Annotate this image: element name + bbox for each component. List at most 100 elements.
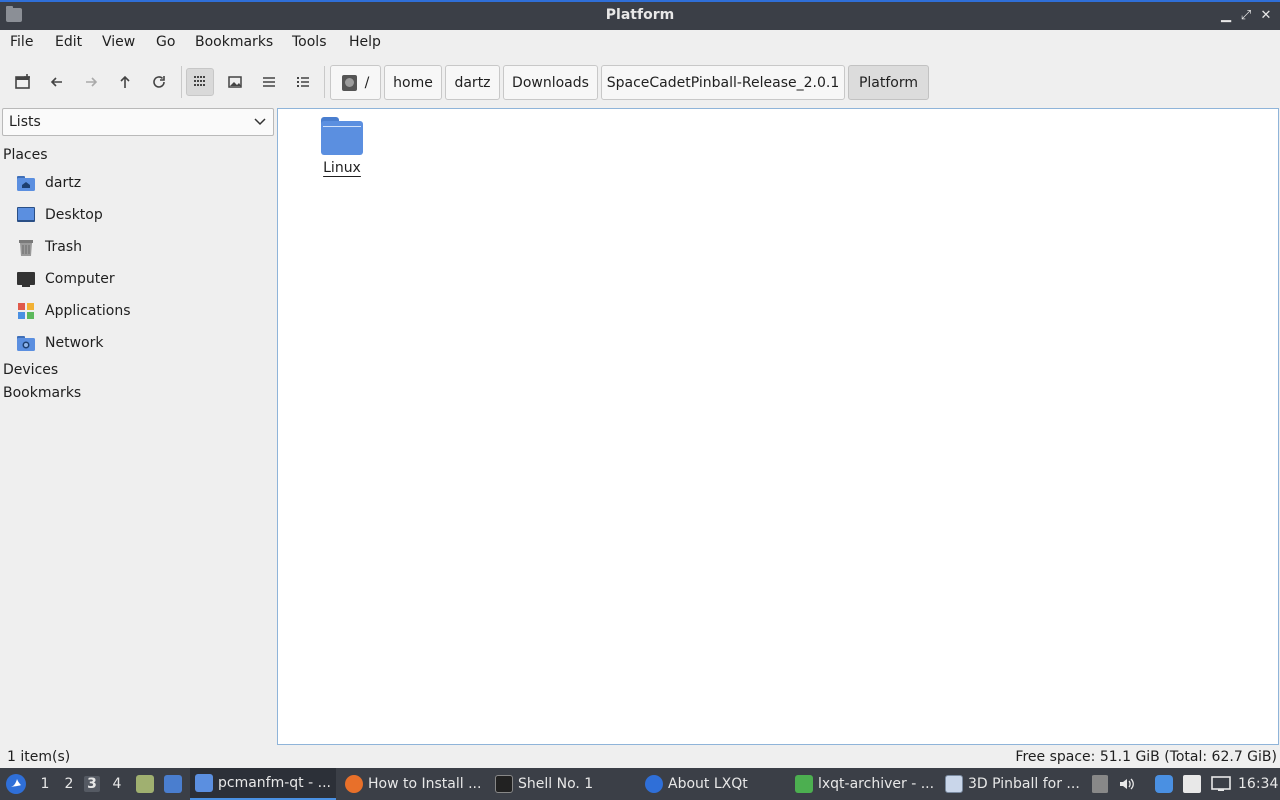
tray-updates[interactable]: [1092, 768, 1108, 800]
tray-notification[interactable]: [1154, 768, 1174, 800]
side-pane-mode-select[interactable]: Lists: [2, 108, 274, 136]
task-label: How to Install ...: [368, 776, 482, 792]
breadcrumb-downloads[interactable]: Downloads: [503, 65, 598, 100]
task-label: 3D Pinball for ...: [968, 776, 1080, 792]
arrow-right-icon: [86, 77, 98, 87]
task-terminal[interactable]: Shell No. 1: [490, 768, 636, 800]
sidebar: Lists Places dartz Desktop Trash Compute…: [0, 108, 275, 748]
devices-header[interactable]: Devices: [3, 362, 58, 378]
status-bar: 1 item(s) Free space: 51.1 GiB (Total: 6…: [0, 748, 1280, 768]
breadcrumb-home[interactable]: home: [384, 65, 442, 100]
back-button[interactable]: [43, 68, 71, 96]
clock[interactable]: 16:34: [1238, 768, 1278, 800]
task-3d-pinball[interactable]: 3D Pinball for ...: [940, 768, 1086, 800]
close-button[interactable]: ✕: [1256, 6, 1276, 26]
quicklaunch-file-manager[interactable]: [134, 768, 156, 800]
breadcrumb-dartz[interactable]: dartz: [445, 65, 500, 100]
archive-icon: [795, 775, 813, 793]
grid-icon: [194, 76, 205, 86]
place-item-home[interactable]: dartz: [16, 171, 266, 195]
new-tab-icon: [15, 74, 30, 89]
tray-clipboard[interactable]: [1182, 768, 1202, 800]
places-header[interactable]: Places: [3, 147, 48, 163]
drive-icon: [341, 74, 357, 91]
battery-icon: [1092, 775, 1108, 793]
place-label: Trash: [45, 239, 82, 255]
arrow-up-icon: [120, 75, 130, 88]
arrow-left-icon: [50, 77, 62, 87]
breadcrumb-spacecadet[interactable]: SpaceCadetPinball-Release_2.0.1: [601, 65, 845, 100]
workspace-4[interactable]: 4: [109, 776, 125, 792]
reload-button[interactable]: [145, 68, 173, 96]
menu-file[interactable]: File: [10, 34, 33, 50]
menu-view[interactable]: View: [102, 34, 135, 50]
toolbar-separator: [181, 66, 182, 98]
network-icon: [16, 333, 36, 353]
place-item-applications[interactable]: Applications: [16, 299, 266, 323]
place-item-desktop[interactable]: Desktop: [16, 203, 266, 227]
menu-go[interactable]: Go: [156, 34, 175, 50]
maximize-button[interactable]: ⤢: [1236, 6, 1256, 26]
task-about-lxqt[interactable]: About LXQt: [640, 768, 788, 800]
tray-volume[interactable]: [1117, 768, 1137, 800]
place-item-network[interactable]: Network: [16, 331, 266, 355]
clipboard-icon: [1183, 775, 1201, 793]
place-label: Desktop: [45, 207, 103, 223]
place-item-trash[interactable]: Trash: [16, 235, 266, 259]
thumbnail-view-button[interactable]: [221, 68, 249, 96]
desktop-icon: [164, 775, 182, 793]
quicklaunch-desktop[interactable]: [162, 768, 184, 800]
chevron-down-icon: [254, 118, 266, 126]
volume-icon: [1120, 778, 1134, 790]
title-bar: Platform ▁ ⤢ ✕: [0, 0, 1280, 30]
breadcrumb-platform[interactable]: Platform: [848, 65, 929, 100]
up-button[interactable]: [111, 68, 139, 96]
item-count: 1 item(s): [7, 749, 71, 765]
computer-icon: [16, 269, 36, 289]
menu-tools[interactable]: Tools: [292, 34, 327, 50]
lxqt-logo-icon: [645, 775, 663, 793]
icon-view-button[interactable]: [186, 68, 214, 96]
task-label: Shell No. 1: [518, 776, 594, 792]
place-label: dartz: [45, 175, 82, 191]
menu-edit[interactable]: Edit: [55, 34, 82, 50]
bookmarks-header[interactable]: Bookmarks: [3, 385, 81, 401]
image-icon: [228, 76, 242, 88]
home-folder-icon: [16, 173, 36, 193]
menu-bookmarks[interactable]: Bookmarks: [195, 34, 273, 50]
firefox-icon: [345, 775, 363, 793]
reload-icon: [153, 76, 165, 88]
workspace-2[interactable]: 2: [61, 776, 77, 792]
minimize-button[interactable]: ▁: [1216, 6, 1236, 26]
new-tab-button[interactable]: [9, 68, 37, 96]
task-pcmanfm[interactable]: pcmanfm-qt - ...: [190, 768, 336, 800]
file-view[interactable]: Linux: [277, 108, 1279, 745]
list-icon: [263, 77, 275, 87]
detailed-view-button[interactable]: [289, 68, 317, 96]
menu-help[interactable]: Help: [349, 34, 381, 50]
place-label: Computer: [45, 271, 115, 287]
workspace-3[interactable]: 3: [84, 776, 100, 792]
tray-display[interactable]: [1210, 768, 1232, 800]
archive-icon: [136, 775, 154, 793]
menu-bar: File Edit View Go Bookmarks Tools Help: [0, 30, 1280, 56]
file-item-linux[interactable]: Linux: [316, 117, 368, 176]
free-space: Free space: 51.1 GiB (Total: 62.7 GiB): [1015, 749, 1277, 765]
info-icon: [1155, 775, 1173, 793]
task-firefox[interactable]: How to Install ...: [340, 768, 488, 800]
clock-time: 16:34: [1238, 776, 1278, 792]
folder-icon: [195, 774, 213, 792]
applications-icon: [16, 301, 36, 321]
workspace-1[interactable]: 1: [37, 776, 53, 792]
task-label: About LXQt: [668, 776, 748, 792]
trash-icon: [16, 237, 36, 257]
place-item-computer[interactable]: Computer: [16, 267, 266, 291]
window-title: Platform: [605, 7, 675, 23]
taskbar: 1 2 3 4 pcmanfm-qt - ... How to Install …: [0, 768, 1280, 800]
compact-view-button[interactable]: [255, 68, 283, 96]
folder-icon: [321, 117, 363, 155]
breadcrumb-root[interactable]: /: [330, 65, 381, 100]
task-lxqt-archiver[interactable]: lxqt-archiver - ...: [790, 768, 938, 800]
start-menu-button[interactable]: [4, 768, 28, 800]
forward-button[interactable]: [77, 68, 105, 96]
